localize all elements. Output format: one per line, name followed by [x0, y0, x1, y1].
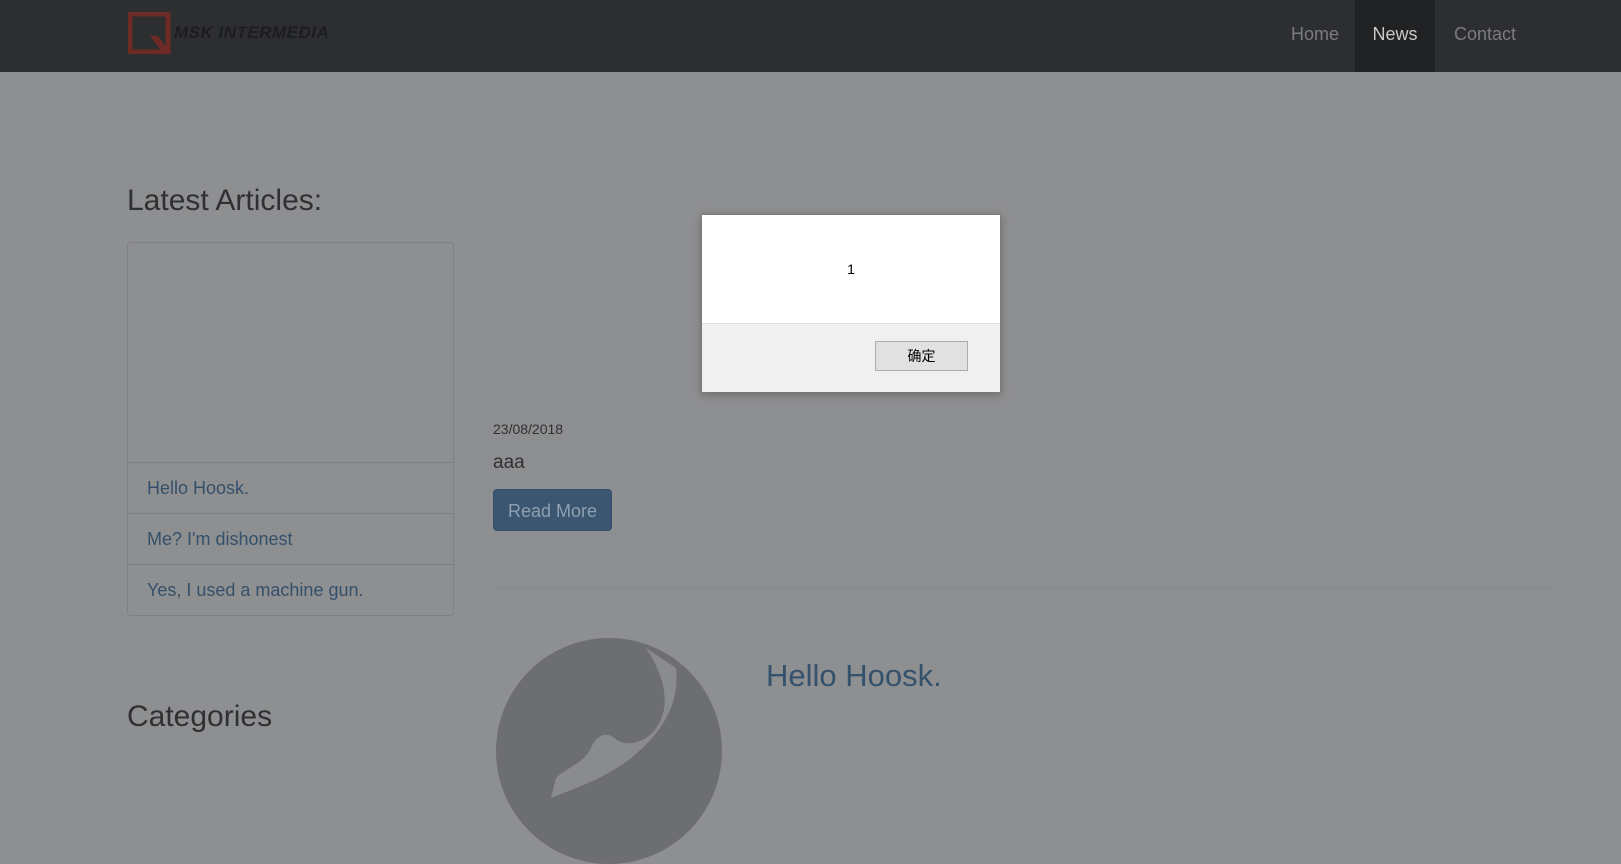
nav-news[interactable]: News [1355, 0, 1435, 72]
article-title-link[interactable]: Hello Hoosk. [766, 658, 942, 694]
alert-message: 1 [847, 261, 855, 277]
categories-heading: Categories [127, 700, 273, 733]
navbar: MSK INTERMEDIA Home News Contact [0, 0, 1621, 72]
latest-articles-heading: Latest Articles: [127, 184, 323, 217]
site-logo[interactable]: MSK INTERMEDIA [127, 11, 330, 55]
latest-article-link[interactable]: Me? I'm dishonest [128, 513, 453, 563]
read-more-button[interactable]: Read More [493, 489, 612, 531]
latest-article-link[interactable]: Yes, I used a machine gun. [128, 564, 453, 614]
article-date: 23/08/2018 [493, 421, 564, 437]
nav-home[interactable]: Home [1275, 0, 1355, 72]
dragon-icon [551, 648, 677, 798]
latest-articles-panel: Hello Hoosk. Me? I'm dishonest Yes, I us… [127, 242, 454, 616]
nav-contact[interactable]: Contact [1435, 0, 1535, 72]
alert-dialog: 1 确定 [701, 214, 1001, 393]
latest-article-link[interactable]: Hello Hoosk. [128, 462, 453, 512]
article-divider [493, 587, 1552, 588]
article-thumbnail[interactable] [496, 638, 722, 864]
article-excerpt: aaa [493, 452, 525, 473]
alert-ok-button[interactable]: 确定 [875, 341, 968, 371]
logo-q-icon [127, 11, 172, 55]
alert-dialog-body: 1 [702, 215, 1000, 324]
logo-text: MSK INTERMEDIA [174, 23, 330, 42]
